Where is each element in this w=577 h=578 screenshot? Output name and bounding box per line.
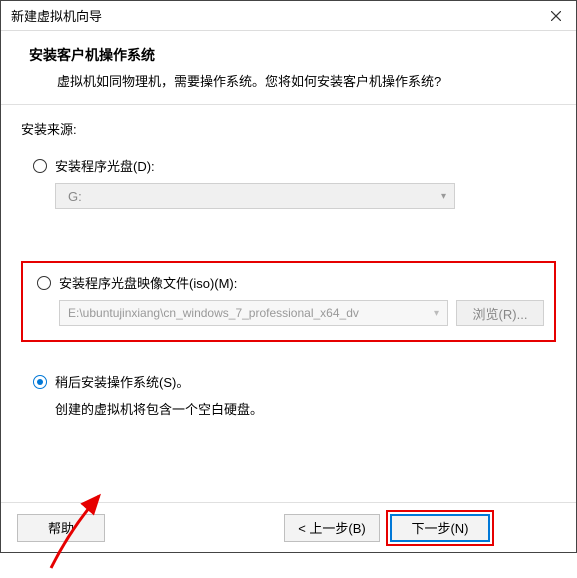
radio-icon-checked — [33, 375, 47, 389]
browse-button[interactable]: 浏览(R)... — [456, 300, 544, 326]
radio-disc-label: 安装程序光盘(D): — [55, 156, 155, 175]
radio-iso[interactable]: 安装程序光盘映像文件(iso)(M): — [37, 273, 544, 292]
next-button[interactable]: 下一步(N) — [390, 514, 490, 542]
disc-drive-combo[interactable]: G: ▾ — [55, 183, 455, 209]
page-subtitle: 虚拟机如同物理机，需要操作系统。您将如何安装客户机操作系统? — [29, 71, 556, 90]
help-button[interactable]: 帮助 — [17, 514, 105, 542]
radio-icon — [37, 276, 51, 290]
content-area: 安装来源: 安装程序光盘(D): G: ▾ 安装程序光盘映像文件(iso)(M)… — [1, 105, 576, 502]
iso-path-value: E:\ubuntujinxiang\cn_windows_7_professio… — [68, 306, 359, 320]
next-button-highlight: 下一步(N) — [386, 510, 494, 546]
disc-drive-value: G: — [68, 189, 82, 204]
option-later: 稍后安装操作系统(S)。 创建的虚拟机将包含一个空白硬盘。 — [33, 372, 556, 418]
radio-dot-icon — [37, 379, 43, 385]
page-title: 安装客户机操作系统 — [29, 45, 556, 65]
iso-input-row: E:\ubuntujinxiang\cn_windows_7_professio… — [59, 300, 544, 326]
back-label: < 上一步(B) — [298, 518, 366, 537]
later-description: 创建的虚拟机将包含一个空白硬盘。 — [55, 399, 556, 418]
wizard-header: 安装客户机操作系统 虚拟机如同物理机，需要操作系统。您将如何安装客户机操作系统? — [1, 31, 576, 104]
source-label: 安装来源: — [21, 119, 556, 138]
chevron-down-icon: ▾ — [434, 308, 439, 319]
chevron-down-icon: ▾ — [441, 191, 446, 202]
next-label: 下一步(N) — [411, 518, 468, 537]
footer: 帮助 < 上一步(B) 下一步(N) 取消 — [1, 502, 576, 552]
radio-later[interactable]: 稍后安装操作系统(S)。 — [33, 372, 556, 391]
iso-path-combo[interactable]: E:\ubuntujinxiang\cn_windows_7_professio… — [59, 300, 448, 326]
back-button[interactable]: < 上一步(B) — [284, 514, 380, 542]
close-button[interactable] — [544, 4, 568, 28]
radio-iso-label: 安装程序光盘映像文件(iso)(M): — [59, 273, 237, 292]
window-title: 新建虚拟机向导 — [11, 6, 102, 25]
wizard-window: 新建虚拟机向导 安装客户机操作系统 虚拟机如同物理机，需要操作系统。您将如何安装… — [0, 0, 577, 553]
radio-icon — [33, 159, 47, 173]
option-disc: 安装程序光盘(D): G: ▾ — [33, 156, 556, 209]
close-icon — [551, 11, 561, 21]
browse-label: 浏览(R)... — [473, 304, 528, 323]
titlebar: 新建虚拟机向导 — [1, 1, 576, 31]
radio-disc[interactable]: 安装程序光盘(D): — [33, 156, 556, 175]
option-iso-highlight: 安装程序光盘映像文件(iso)(M): E:\ubuntujinxiang\cn… — [21, 261, 556, 342]
radio-later-label: 稍后安装操作系统(S)。 — [55, 372, 189, 391]
help-label: 帮助 — [48, 518, 74, 537]
